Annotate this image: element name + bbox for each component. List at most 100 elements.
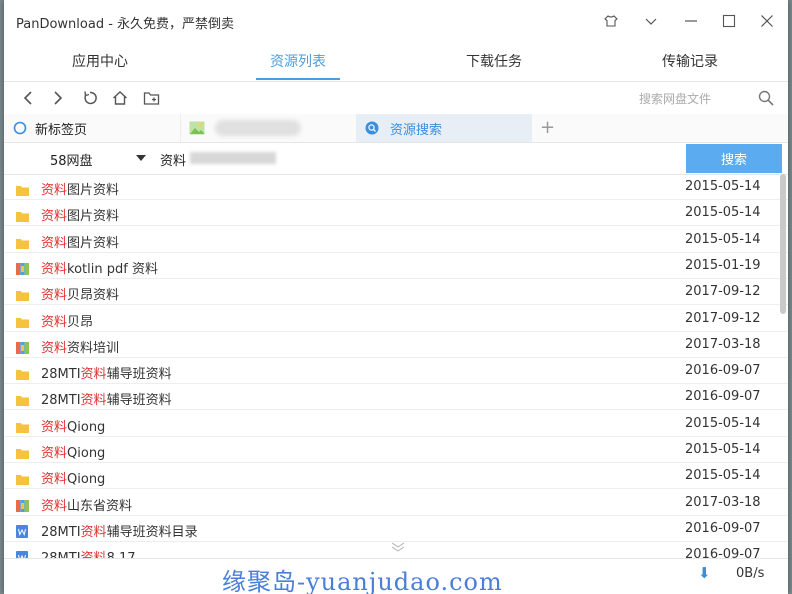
file-name-highlight: 资料 <box>41 419 68 435</box>
file-date: 2015-05-14 <box>685 205 761 221</box>
file-date: 2016-09-07 <box>685 520 761 536</box>
search-filter-bar: 58网盘 资料 搜索 <box>4 142 788 174</box>
file-date: 2015-05-14 <box>685 468 761 484</box>
file-name-prefix: 28MTI <box>41 524 81 540</box>
chevron-down-icon[interactable] <box>640 11 662 31</box>
file-date: 2017-03-18 <box>685 336 761 352</box>
table-row[interactable]: 资料图片资料 2015-05-14 <box>4 174 788 200</box>
file-name: 28MTI资料辅导班资料目录 <box>41 521 198 540</box>
table-row[interactable]: 资料山东省资料 2017-03-18 <box>4 490 788 516</box>
file-name-highlight: 资料 <box>41 288 68 304</box>
browser-tab-label: 新标签页 <box>35 122 88 138</box>
file-name-rest: 资料培训 <box>67 340 120 356</box>
file-name-rest: 辅导班资料目录 <box>106 524 198 540</box>
scrollbar[interactable] <box>780 174 786 314</box>
table-row[interactable]: 资料Qiong 2015-05-14 <box>4 411 788 437</box>
active-tab-indicator <box>256 78 340 80</box>
table-row[interactable]: 资料贝昂资料 2017-09-12 <box>4 279 788 306</box>
search-button[interactable]: 搜索 <box>686 144 782 173</box>
file-date: 2015-05-14 <box>685 415 761 431</box>
table-row[interactable]: 28MTI资料辅导班资料目录 2016-09-07 <box>4 516 788 542</box>
new-folder-icon[interactable] <box>142 88 162 108</box>
file-name: 资料kotlin pdf 资料 <box>41 258 158 277</box>
file-name: 资料资料培训 <box>41 337 119 356</box>
file-name-rest: 贝昂 <box>67 314 94 330</box>
file-date: 2016-09-07 <box>685 363 761 379</box>
file-name-rest: Qiong <box>67 446 106 461</box>
file-name-rest: Qiong <box>67 472 106 488</box>
nav-toolbar: 搜索网盘文件 <box>4 82 788 114</box>
forward-icon[interactable] <box>48 88 68 108</box>
browser-tab-label: 资源搜索 <box>390 122 443 138</box>
back-icon[interactable] <box>18 88 38 108</box>
title-bar: PanDownload - 永久免费，严禁倒卖 <box>4 0 788 42</box>
browser-tab-blurred[interactable] <box>180 114 356 142</box>
skin-icon[interactable] <box>600 11 622 31</box>
maximize-button[interactable] <box>718 11 740 31</box>
file-date: 2016-09-07 <box>685 389 761 405</box>
folder-icon <box>16 207 29 223</box>
search-input[interactable]: 搜索网盘文件 <box>639 90 711 107</box>
close-button[interactable] <box>756 11 778 31</box>
folder-icon <box>16 234 29 249</box>
table-row[interactable]: 28MTI资料辅导班资料 2016-09-07 <box>4 358 788 385</box>
archive-icon <box>16 339 29 354</box>
table-row[interactable]: 资料kotlin pdf 资料 2015-01-19 <box>4 253 788 279</box>
file-name: 28MTI资料8.17 <box>41 547 136 558</box>
file-name: 资料山东省资料 <box>41 495 132 514</box>
file-date: 2015-01-19 <box>685 257 761 273</box>
refresh-icon[interactable] <box>80 88 100 108</box>
file-name-highlight: 资料 <box>41 446 68 461</box>
table-row[interactable]: 资料资料培训 2017-03-18 <box>4 332 788 358</box>
archive-icon <box>16 497 29 512</box>
file-date: 2017-09-12 <box>685 284 761 300</box>
file-name-highlight: 资料 <box>41 472 68 488</box>
divider <box>4 558 788 559</box>
tab-download-tasks[interactable]: 下载任务 <box>434 51 554 71</box>
archive-icon <box>16 260 29 275</box>
file-name-highlight: 资料 <box>41 235 68 251</box>
file-name: 资料贝昂资料 <box>41 284 119 303</box>
file-name-highlight: 资料 <box>80 524 107 540</box>
app-window: PanDownload - 永久免费，严禁倒卖 应用中心 资源列表 下载任务 传… <box>4 0 788 594</box>
table-row[interactable]: 资料图片资料 2015-05-14 <box>4 227 788 253</box>
file-name-rest: 辅导班资料 <box>106 393 172 409</box>
expand-chevron-icon[interactable] <box>390 542 406 552</box>
window-title: PanDownload - 永久免费，严禁倒卖 <box>16 17 235 32</box>
tab-resource-list[interactable]: 资源列表 <box>238 51 358 71</box>
file-name: 资料Qiong <box>41 416 105 435</box>
source-select[interactable]: 58网盘 <box>50 150 93 169</box>
table-row[interactable]: 资料Qiong 2015-05-14 <box>4 463 788 490</box>
resource-search-icon <box>365 121 379 135</box>
file-name-rest: 图片资料 <box>67 235 120 251</box>
table-row[interactable]: 资料Qiong 2015-05-14 <box>4 437 788 463</box>
folder-icon <box>16 418 29 433</box>
download-speed: 0B/s <box>736 566 765 581</box>
tab-transfer-records[interactable]: 传输记录 <box>630 51 750 71</box>
browser-tab-new[interactable]: 新标签页 <box>4 114 180 142</box>
add-tab-icon[interactable]: + <box>540 117 555 138</box>
file-name: 资料图片资料 <box>41 205 119 224</box>
image-icon <box>189 121 205 135</box>
file-name-highlight: 资料 <box>41 209 68 225</box>
tab-app-center[interactable]: 应用中心 <box>40 51 160 71</box>
file-name-highlight: 资料 <box>80 367 107 383</box>
redacted-tab-title <box>215 120 301 136</box>
file-name-highlight: 资料 <box>41 261 68 277</box>
browser-tab-resource-search[interactable]: 资源搜索 <box>356 114 532 142</box>
file-name: 资料Qiong <box>41 468 105 487</box>
table-row[interactable]: 资料贝昂 2017-09-12 <box>4 306 788 332</box>
file-list: 资料图片资料 2015-05-14 资料图片资料 2015-05-14 资料图片资料 20… <box>4 174 788 558</box>
file-name: 资料图片资料 <box>41 179 119 198</box>
home-icon[interactable] <box>110 88 130 108</box>
minimize-button[interactable] <box>680 11 702 31</box>
file-name-rest: 辅导班资料 <box>106 367 172 383</box>
search-icon[interactable] <box>756 88 776 108</box>
caret-down-icon[interactable] <box>136 155 146 162</box>
file-name-rest: 8.17 <box>107 551 136 558</box>
table-row[interactable]: 资料图片资料 2015-05-14 <box>4 200 788 227</box>
search-query-prefix: 资料 <box>160 154 187 169</box>
file-name: 资料图片资料 <box>41 232 119 251</box>
table-row[interactable]: 28MTI资料辅导班资料 2016-09-07 <box>4 384 788 411</box>
folder-icon <box>16 365 29 381</box>
